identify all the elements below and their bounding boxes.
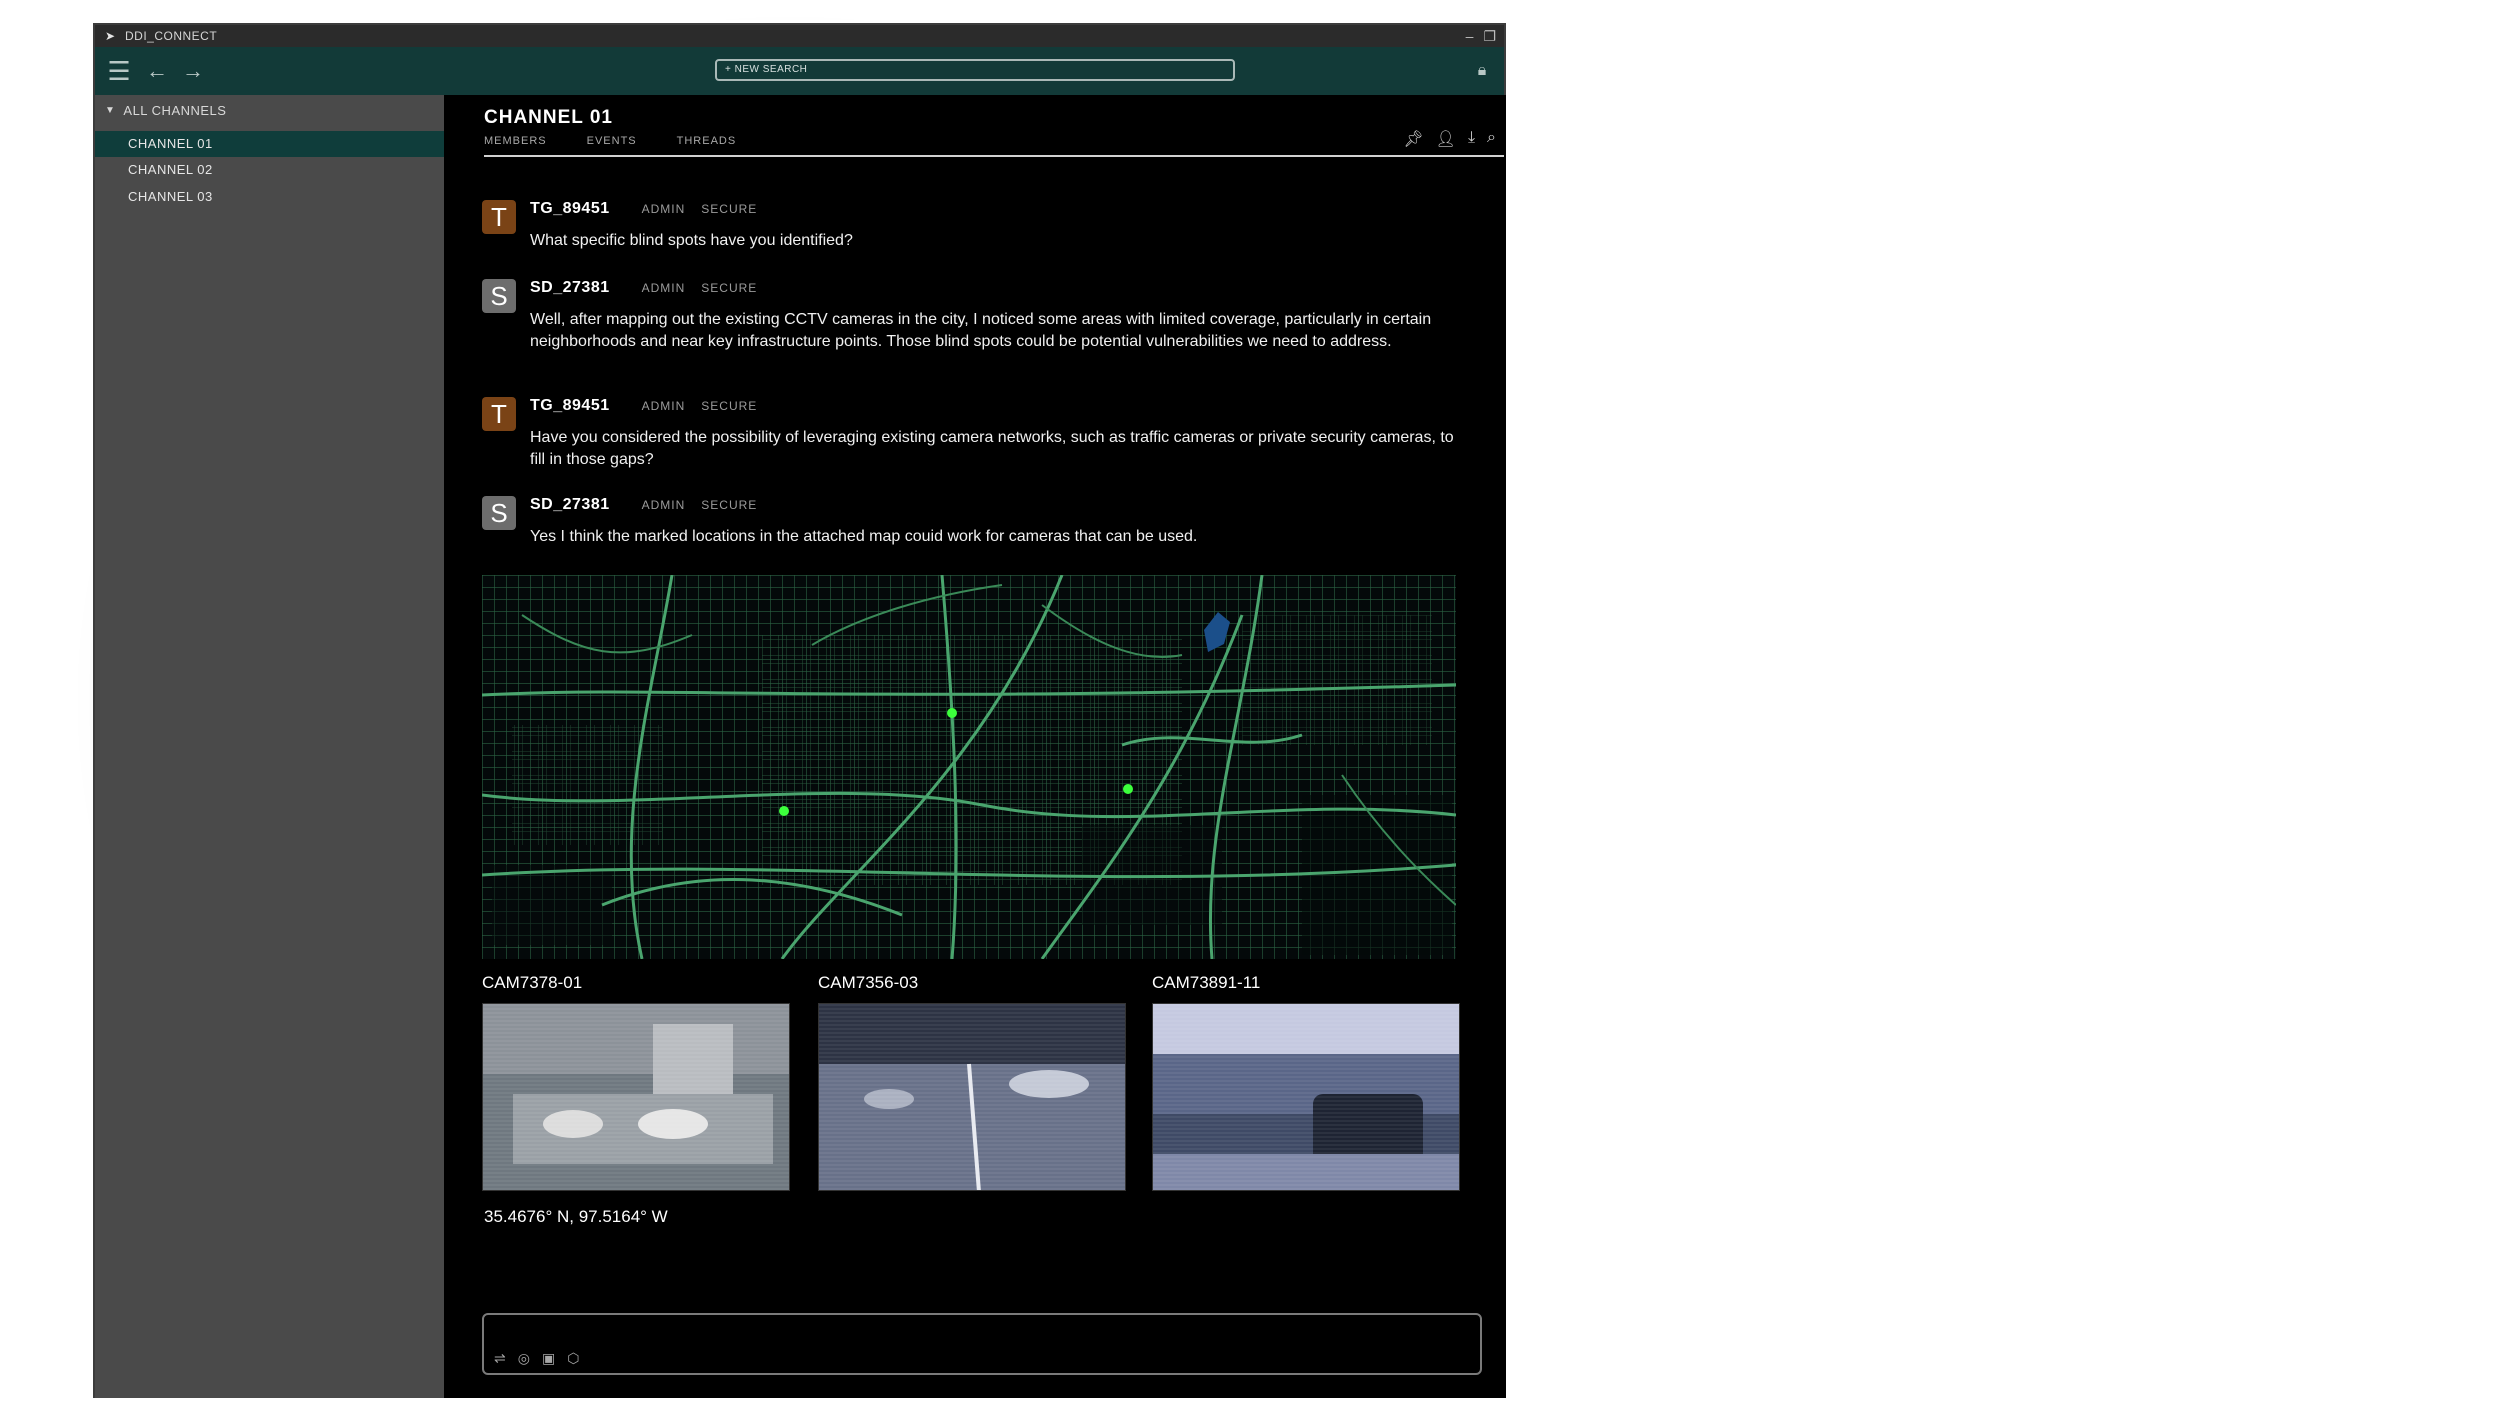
camera-label: CAM7378-01 xyxy=(482,973,583,992)
sidebar-item-channel-02[interactable]: CHANNEL 02 xyxy=(95,157,444,183)
tab-events[interactable]: EVENTS xyxy=(587,135,637,147)
avatar[interactable]: T xyxy=(482,200,516,234)
camera-feed[interactable]: CAM7356-03 xyxy=(818,973,1126,1191)
message-meta: SD_27381 ADMIN SECURE xyxy=(530,279,757,297)
username[interactable]: TG_89451 xyxy=(530,200,610,218)
header-divider xyxy=(484,155,1504,157)
role-tag: ADMIN xyxy=(641,281,686,295)
app-window: ➤ DDI_CONNECT – ❐ ☰ ← → 🔒︎ + NEW SEARCH … xyxy=(93,23,1506,1398)
map-marker-3[interactable] xyxy=(1123,784,1133,794)
message-text: Have you considered the possibility of l… xyxy=(530,429,1454,468)
pin-icon[interactable]: 📌︎ xyxy=(1403,129,1423,149)
avatar[interactable]: S xyxy=(482,279,516,313)
channel-tabs: MEMBERS EVENTS THREADS xyxy=(484,135,736,147)
hamburger-icon[interactable]: ☰ xyxy=(105,57,133,85)
location-pin-icon[interactable]: ◎ xyxy=(518,1350,530,1367)
username[interactable]: SD_27381 xyxy=(530,279,610,297)
status-tag: SECURE xyxy=(701,202,758,216)
window-controls: – ❐ xyxy=(1466,28,1496,45)
status-tag: SECURE xyxy=(701,498,758,512)
app-title: DDI_CONNECT xyxy=(125,29,218,43)
map-coordinates: 35.4676° N, 97.5164° W xyxy=(484,1207,668,1226)
username[interactable]: TG_89451 xyxy=(530,397,610,415)
triangle-down-icon: ▼ xyxy=(105,105,116,116)
channel-header-icons: 📌︎ 👤︎ ⤓ ⌕ xyxy=(1403,129,1496,149)
message-meta: TG_89451 ADMIN SECURE xyxy=(530,200,757,218)
cube-icon[interactable]: ⬡ xyxy=(567,1350,579,1367)
tab-members[interactable]: MEMBERS xyxy=(484,135,547,147)
camera-label: CAM73891-11 xyxy=(1152,973,1261,992)
user-icon[interactable]: 👤︎ xyxy=(1436,129,1456,149)
camera-image[interactable] xyxy=(1152,1003,1460,1191)
message-text: Well, after mapping out the existing CCT… xyxy=(530,311,1432,350)
save-icon[interactable]: ▣ xyxy=(542,1350,555,1367)
map-marker-2[interactable] xyxy=(779,806,789,816)
map-marker-1[interactable] xyxy=(947,708,957,718)
search-icon[interactable]: ⌕ xyxy=(1487,129,1496,149)
avatar[interactable]: T xyxy=(482,397,516,431)
camera-feeds: CAM7378-01 CAM7356-03 CAM73891-11 xyxy=(482,973,1460,1193)
city-street-map xyxy=(482,575,1456,959)
username[interactable]: SD_27381 xyxy=(530,496,610,514)
channel-main: CHANNEL 01 MEMBERS EVENTS THREADS 📌︎ 👤︎ … xyxy=(444,95,1506,1398)
camera-label: CAM7356-03 xyxy=(818,973,919,992)
status-tag: SECURE xyxy=(701,399,758,413)
message-text: Yes I think the marked locations in the … xyxy=(530,528,1198,545)
all-channels-label: ALL CHANNELS xyxy=(123,103,227,118)
title-bar: ➤ DDI_CONNECT – ❐ xyxy=(95,25,1504,47)
minimize-icon[interactable]: – xyxy=(1466,28,1474,45)
status-tag: SECURE xyxy=(701,281,758,295)
lock-icon[interactable]: 🔒︎ xyxy=(1468,57,1496,85)
camera-image[interactable] xyxy=(818,1003,1126,1191)
tab-threads[interactable]: THREADS xyxy=(677,135,737,147)
channel-title: CHANNEL 01 xyxy=(484,107,613,128)
download-icon[interactable]: ⤓ xyxy=(1468,129,1475,149)
role-tag: ADMIN xyxy=(641,202,686,216)
attached-map[interactable] xyxy=(482,575,1456,959)
avatar[interactable]: S xyxy=(482,496,516,530)
maximize-icon[interactable]: ❐ xyxy=(1483,28,1496,45)
role-tag: ADMIN xyxy=(641,498,686,512)
new-search-input[interactable]: + NEW SEARCH xyxy=(715,59,1235,81)
message-composer[interactable]: ⇌ ◎ ▣ ⬡ xyxy=(482,1313,1482,1375)
app-logo-icon: ➤ xyxy=(105,29,116,43)
camera-image[interactable] xyxy=(482,1003,790,1191)
all-channels-header[interactable]: ▼ ALL CHANNELS xyxy=(105,103,226,118)
message-text: What specific blind spots have you ident… xyxy=(530,232,853,249)
role-tag: ADMIN xyxy=(641,399,686,413)
composer-toolbar: ⇌ ◎ ▣ ⬡ xyxy=(494,1350,579,1367)
sidebar-item-channel-01[interactable]: CHANNEL 01 xyxy=(95,131,444,157)
filter-icon[interactable]: ⇌ xyxy=(494,1350,506,1367)
camera-feed[interactable]: CAM7378-01 xyxy=(482,973,790,1191)
message-meta: TG_89451 ADMIN SECURE xyxy=(530,397,757,415)
sidebar-item-channel-03[interactable]: CHANNEL 03 xyxy=(95,184,444,210)
sidebar: ▼ ALL CHANNELS CHANNEL 01 CHANNEL 02 CHA… xyxy=(95,95,444,1398)
forward-arrow-icon[interactable]: → xyxy=(179,57,207,85)
camera-feed[interactable]: CAM73891-11 xyxy=(1152,973,1460,1191)
back-arrow-icon[interactable]: ← xyxy=(143,57,171,85)
message-meta: SD_27381 ADMIN SECURE xyxy=(530,496,757,514)
